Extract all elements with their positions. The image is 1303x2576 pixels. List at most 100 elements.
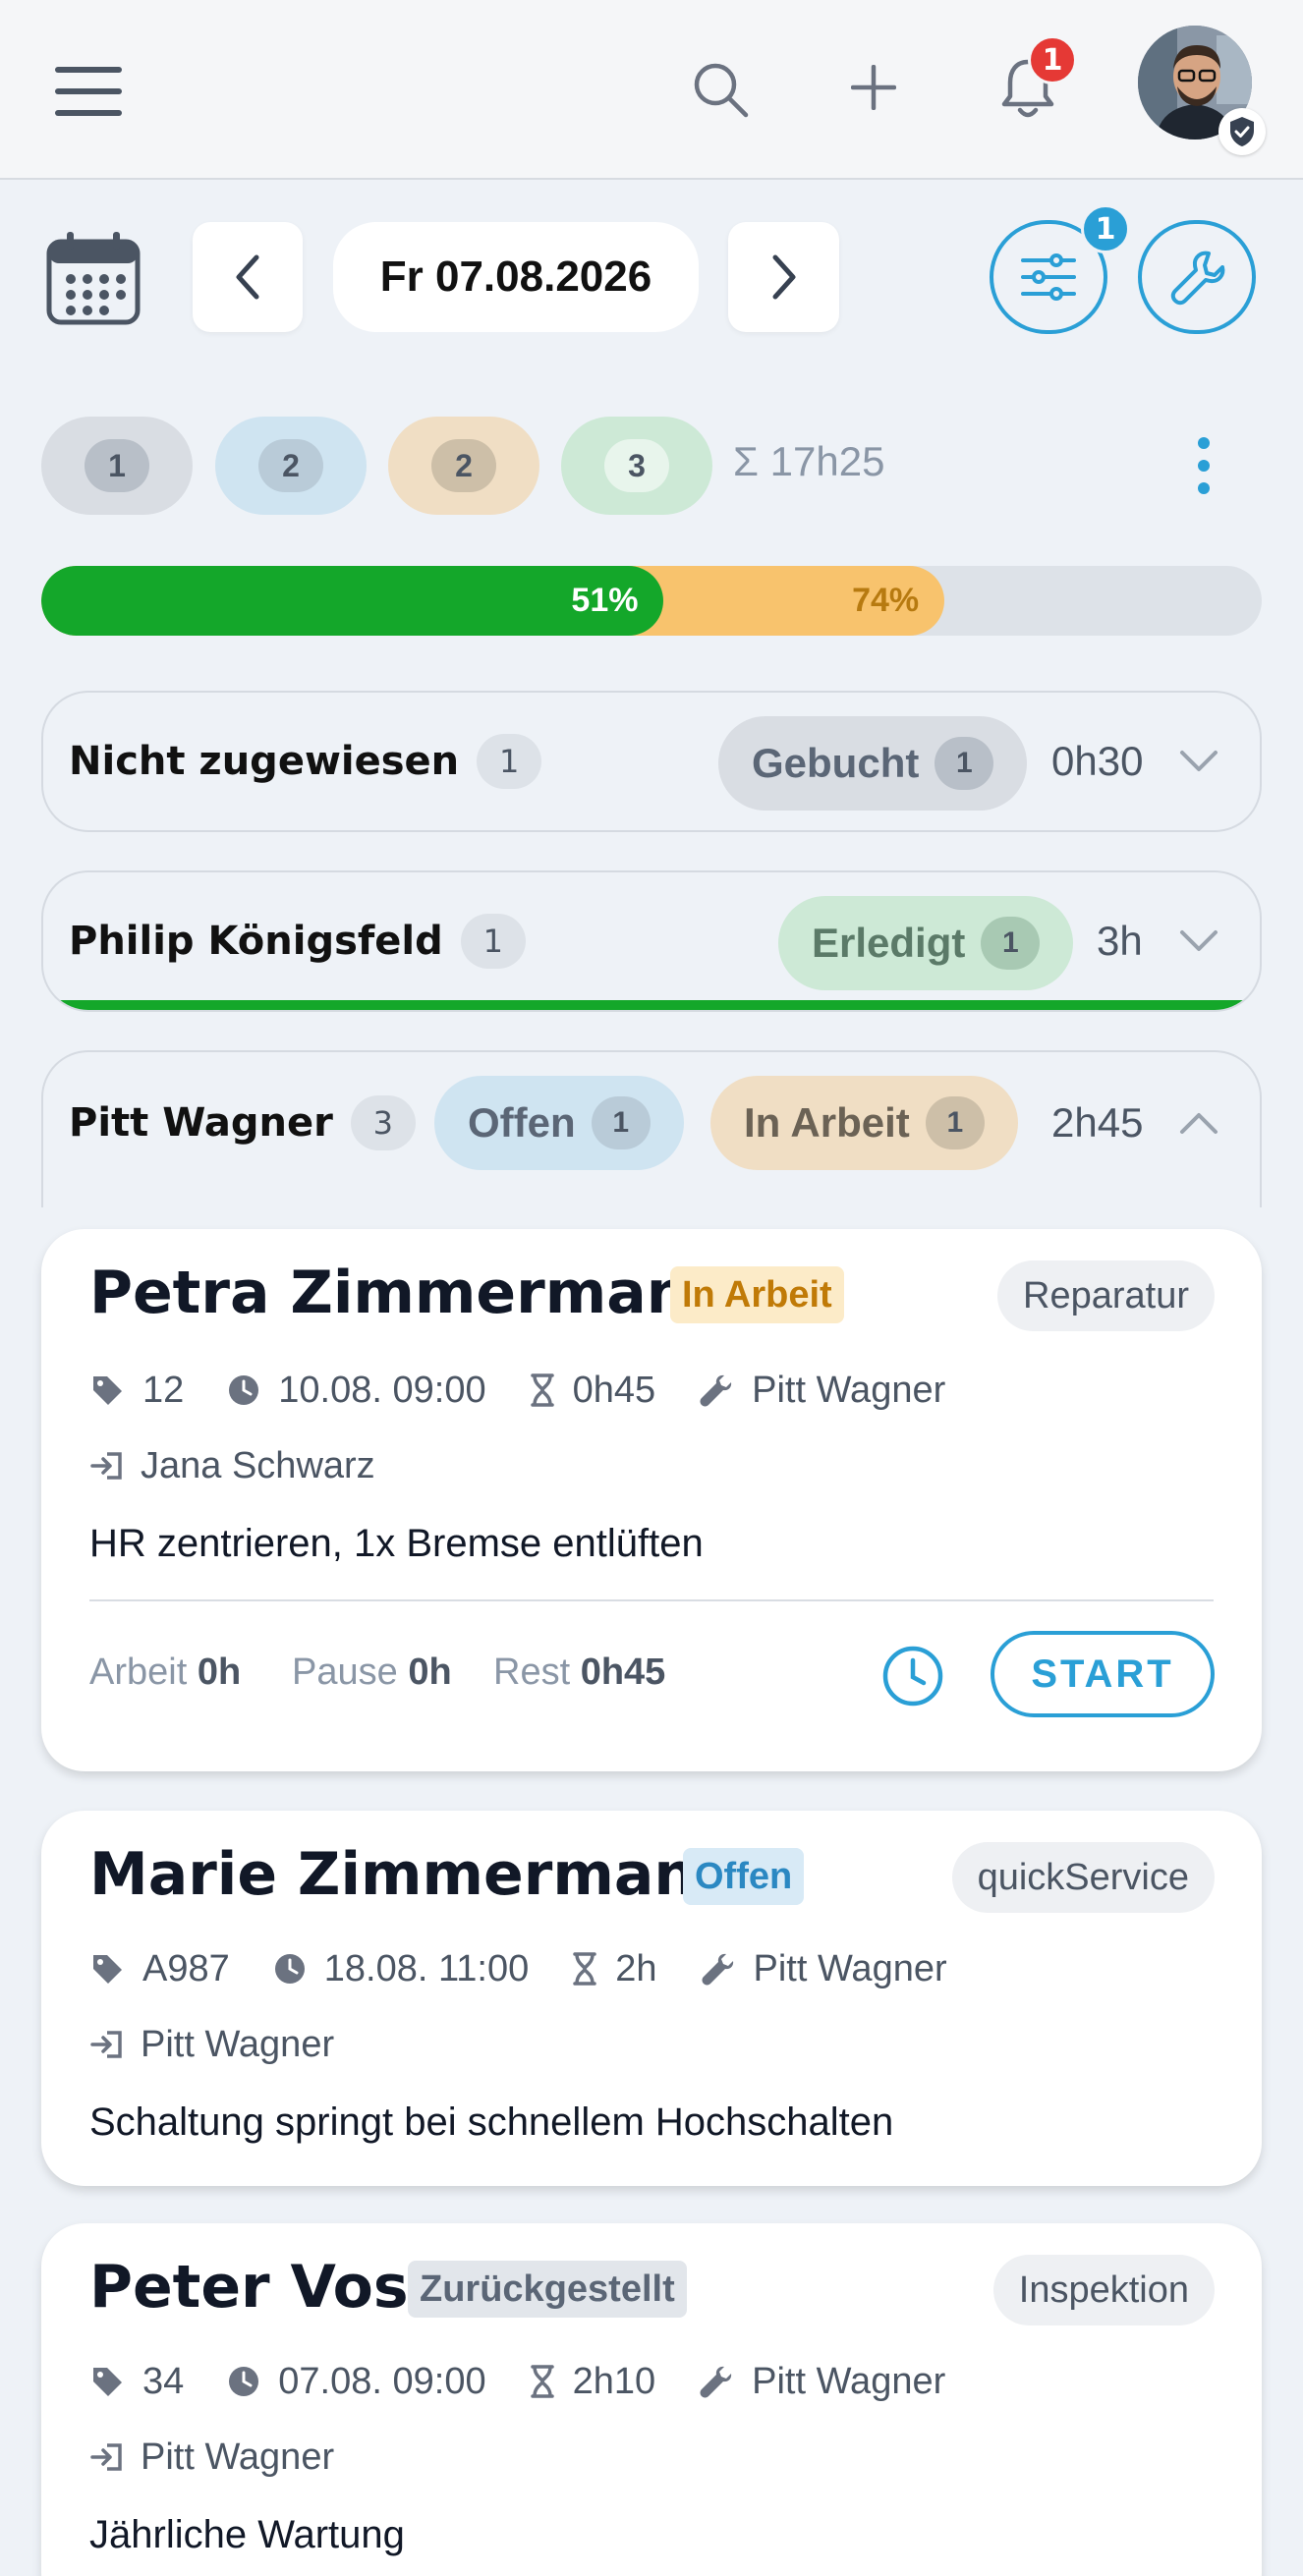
clock-icon [229, 1375, 259, 1405]
assigned-by: Jana Schwarz [141, 1444, 375, 1486]
group-count: 3 [350, 1095, 416, 1150]
clock-icon [229, 2367, 259, 2396]
count-value: 2 [431, 439, 496, 492]
progress-bar: 51% 74% [41, 566, 1262, 636]
status-count: 1 [925, 1096, 985, 1149]
order-type-pill: quickService [951, 1842, 1215, 1913]
status-pill-gebucht: Gebucht 1 [718, 716, 1028, 811]
tools-button[interactable] [1138, 220, 1256, 334]
date-selector[interactable]: Fr 07.08.2026 [333, 222, 699, 332]
start-button[interactable]: START [991, 1631, 1215, 1717]
status-badge: In Arbeit [670, 1266, 844, 1323]
sliders-icon [1021, 253, 1076, 301]
search-icon[interactable] [692, 61, 749, 118]
customer-name: Petra Zimmermann [89, 1259, 731, 1327]
previous-day-button[interactable] [193, 222, 303, 332]
order-description: HR zentrieren, 1x Bremse entlüften [89, 1522, 704, 1565]
group-row-philip-koenigsfeld[interactable]: Philip Königsfeld 1 Erledigt 1 3h [41, 870, 1262, 1012]
wrench-small-icon [700, 2366, 732, 2398]
count-pill-in-arbeit[interactable]: 2 [388, 417, 539, 515]
order-number: 12 [142, 1369, 185, 1411]
order-datetime: 10.08. 09:00 [278, 1369, 486, 1411]
order-meta-row: 34 07.08. 09:00 2h10 Pitt Wagner [89, 2352, 989, 2411]
order-assigned-row: Jana Schwarz [89, 1436, 419, 1495]
status-label: Offen [468, 1099, 576, 1146]
count-pill-offen[interactable]: 2 [215, 417, 367, 515]
pause-time: Pause 0h [292, 1652, 452, 1694]
status-count: 1 [935, 737, 994, 790]
pause-label: Pause [292, 1652, 398, 1693]
shield-check-icon [1218, 108, 1266, 155]
customer-name: Peter Voss [89, 2253, 444, 2322]
hamburger-menu-icon[interactable] [55, 67, 122, 116]
tag-icon [93, 1955, 122, 1984]
pause-value: 0h [408, 1652, 452, 1693]
wrench-small-icon [702, 1953, 733, 1986]
group-count: 1 [477, 734, 542, 789]
status-label: Erledigt [812, 920, 966, 966]
order-card[interactable]: Petra Zimmermann In Arbeit Reparatur 12 … [41, 1229, 1262, 1771]
progress-done-label: 51% [571, 582, 639, 619]
tag-icon [93, 2368, 122, 2396]
order-card[interactable]: Peter Voss Zurückgestellt Inspektion 34 … [41, 2223, 1262, 2576]
group-progress-line [43, 1000, 1260, 1010]
notification-count-badge: 1 [1028, 35, 1077, 84]
group-count: 1 [460, 914, 526, 969]
order-mechanic: Pitt Wagner [752, 2360, 946, 2402]
chevron-down-icon [1179, 872, 1218, 1010]
clock-icon [274, 1954, 305, 1984]
customer-name: Marie Zimmermann [89, 1840, 738, 1909]
wrench-small-icon [700, 1374, 732, 1407]
order-datetime: 07.08. 09:00 [278, 2360, 486, 2402]
order-assigned-row: Pitt Wagner [89, 2015, 377, 2074]
order-duration: 2h10 [572, 2360, 656, 2402]
status-badge: Zurückgestellt [408, 2261, 687, 2318]
plus-icon[interactable] [851, 65, 896, 110]
order-duration: 0h45 [572, 1369, 656, 1411]
chevron-right-icon [772, 254, 795, 300]
order-type-pill: Inspektion [992, 2255, 1215, 2325]
order-assigned-row: Pitt Wagner [89, 2428, 377, 2487]
order-card[interactable]: Marie Zimmermann Offen quickService A987… [41, 1811, 1262, 2186]
order-meta-row: 12 10.08. 09:00 0h45 Pitt Wagner [89, 1361, 989, 1420]
status-count: 1 [591, 1096, 651, 1149]
status-pill-offen: Offen 1 [434, 1076, 684, 1170]
group-time: 0h30 [1051, 738, 1144, 784]
calendar-icon[interactable] [45, 230, 142, 326]
sign-in-icon [90, 1452, 122, 1480]
order-meta-row: A987 18.08. 11:00 2h Pitt Wagner [89, 1939, 991, 1998]
order-datetime: 18.08. 11:00 [323, 1947, 530, 1989]
count-pill-erledigt[interactable]: 3 [561, 417, 712, 515]
card-divider [89, 1599, 1214, 1601]
next-day-button[interactable] [728, 222, 839, 332]
order-type-pill: Reparatur [997, 1260, 1215, 1331]
order-mechanic: Pitt Wagner [753, 1947, 947, 1989]
order-description: Schaltung springt bei schnellem Hochscha… [89, 2100, 894, 2144]
hourglass-icon [530, 1373, 554, 1407]
order-mechanic: Pitt Wagner [752, 1369, 946, 1411]
order-number: 34 [142, 2360, 185, 2402]
status-count: 1 [981, 917, 1041, 970]
rest-value: 0h45 [580, 1652, 666, 1693]
work-time: Arbeit 0h [89, 1652, 241, 1694]
count-pill-gebucht[interactable]: 1 [41, 417, 193, 515]
status-pill-erledigt: Erledigt 1 [778, 896, 1074, 990]
hourglass-icon [573, 1952, 596, 1986]
wrench-icon [1170, 251, 1225, 306]
progress-done-fill [41, 566, 664, 636]
group-time: 2h45 [1051, 1099, 1144, 1146]
status-label: In Arbeit [744, 1099, 910, 1146]
group-name: Nicht zugewiesen [69, 739, 460, 784]
more-options-icon[interactable] [1197, 436, 1211, 495]
assigned-by: Pitt Wagner [141, 2436, 335, 2478]
work-value: 0h [197, 1652, 242, 1693]
status-badge: Offen [683, 1848, 805, 1905]
group-name: Philip Königsfeld [69, 919, 443, 964]
time-log-clock-icon[interactable] [880, 1644, 945, 1708]
sign-in-icon [90, 2443, 122, 2471]
chevron-down-icon [1179, 693, 1218, 830]
group-row-nicht-zugewiesen[interactable]: Nicht zugewiesen 1 Gebucht 1 0h30 [41, 691, 1262, 832]
count-value: 2 [258, 439, 323, 492]
assigned-by: Pitt Wagner [141, 2023, 335, 2065]
group-row-pitt-wagner[interactable]: Pitt Wagner 3 Offen 1 In Arbeit 1 2h45 [41, 1050, 1262, 1207]
